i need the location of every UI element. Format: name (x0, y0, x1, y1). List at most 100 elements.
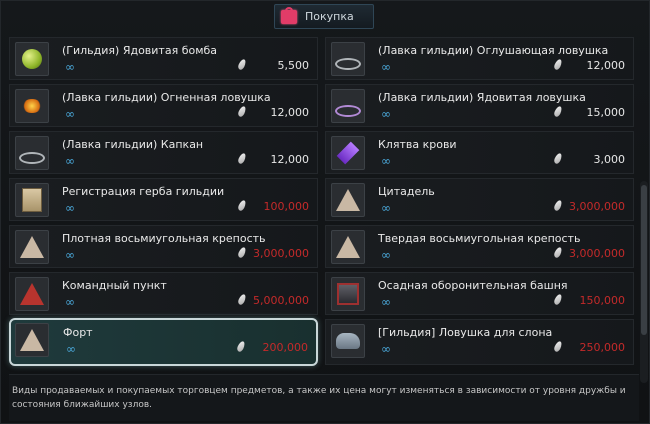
list-scrollbar[interactable] (640, 181, 648, 383)
item-thumb (331, 277, 365, 311)
item-price: 3,000,000 (569, 200, 625, 213)
list-item[interactable]: Плотная восьмиугольная крепость ∞ 3,000,… (9, 225, 318, 268)
silver-coin-icon (552, 293, 564, 306)
stock-infinity: ∞ (381, 107, 391, 121)
item-thumb (331, 42, 365, 76)
tab-purchase-label: Покупка (305, 10, 354, 23)
silver-coin-icon (236, 58, 248, 71)
item-thumb (15, 323, 49, 357)
stock-infinity: ∞ (65, 60, 75, 74)
list-item[interactable]: [Гильдия] Ловушка для слона ∞ 250,000 (325, 319, 634, 365)
solid-octagonal-fortress-tent-icon (336, 236, 360, 258)
scrollbar-thumb[interactable] (641, 185, 647, 335)
guild-crest-document-icon (22, 188, 42, 212)
item-name: Осадная оборонительная башня (378, 279, 568, 292)
fort-tent-icon (20, 329, 44, 351)
item-thumb (331, 324, 365, 358)
stock-infinity: ∞ (381, 342, 391, 356)
item-name: (Лавка гильдии) Капкан (62, 138, 204, 151)
item-name: (Лавка гильдии) Ядовитая ловушка (378, 91, 586, 104)
footer-text: Виды продаваемых и покупаемых торговцем … (12, 386, 626, 410)
stock-infinity: ∞ (381, 60, 391, 74)
citadel-tent-icon (336, 189, 360, 211)
item-name: (Лавка гильдии) Оглушающая ловушка (378, 44, 609, 57)
list-item[interactable]: Клятва крови ∞ 3,000 (325, 131, 634, 174)
silver-coin-icon (552, 105, 564, 118)
stock-infinity: ∞ (65, 154, 75, 168)
stun-trap-icon (335, 58, 361, 70)
list-item-selected[interactable]: Форт ∞ 200,000 (9, 318, 318, 366)
stock-infinity: ∞ (65, 201, 75, 215)
silver-coin-icon (236, 152, 248, 165)
item-thumb (15, 89, 49, 123)
shop-window: Покупка (Гильдия) Ядовитая бомба ∞ 5,500… (0, 0, 650, 424)
item-price: 200,000 (262, 341, 309, 354)
elephant-trap-icon (336, 333, 360, 349)
item-name: Цитадель (378, 185, 435, 198)
silver-coin-icon (552, 340, 564, 353)
list-item[interactable]: (Лавка гильдии) Капкан ∞ 12,000 (9, 131, 318, 174)
poison-trap-icon (335, 105, 361, 117)
item-thumb (15, 277, 49, 311)
siege-tower-icon (337, 283, 359, 305)
stock-infinity: ∞ (65, 295, 75, 309)
item-name: (Лавка гильдии) Огненная ловушка (62, 91, 271, 104)
stock-infinity: ∞ (381, 201, 391, 215)
silver-coin-icon (552, 58, 564, 71)
bear-trap-icon (19, 152, 45, 164)
item-thumb (331, 136, 365, 170)
item-price: 3,000,000 (253, 247, 309, 260)
silver-coin-icon (236, 105, 248, 118)
item-name: Командный пункт (62, 279, 167, 292)
list-item[interactable]: (Лавка гильдии) Ядовитая ловушка ∞ 15,00… (325, 84, 634, 127)
tab-purchase[interactable]: Покупка (274, 4, 374, 29)
item-price: 150,000 (579, 294, 626, 307)
item-thumb (331, 230, 365, 264)
item-name: Плотная восьмиугольная крепость (62, 232, 266, 245)
item-price: 15,000 (586, 106, 626, 119)
item-price: 3,000,000 (569, 247, 625, 260)
list-item[interactable]: Твердая восьмиугольная крепость ∞ 3,000,… (325, 225, 634, 268)
list-item[interactable]: Регистрация герба гильдии ∞ 100,000 (9, 178, 318, 221)
item-price: 12,000 (270, 153, 310, 166)
item-price: 250,000 (579, 341, 626, 354)
stock-infinity: ∞ (381, 154, 391, 168)
stock-infinity: ∞ (381, 248, 391, 262)
list-item[interactable]: (Лавка гильдии) Оглушающая ловушка ∞ 12,… (325, 37, 634, 80)
item-thumb (15, 136, 49, 170)
silver-coin-icon (552, 246, 564, 259)
item-name: Форт (63, 326, 93, 339)
item-name: (Гильдия) Ядовитая бомба (62, 44, 218, 57)
list-item[interactable]: (Лавка гильдии) Огненная ловушка ∞ 12,00… (9, 84, 318, 127)
stock-infinity: ∞ (65, 248, 75, 262)
list-item[interactable]: Цитадель ∞ 3,000,000 (325, 178, 634, 221)
item-name: Твердая восьмиугольная крепость (378, 232, 581, 245)
stock-infinity: ∞ (66, 342, 76, 356)
list-item[interactable]: (Гильдия) Ядовитая бомба ∞ 5,500 (9, 37, 318, 80)
item-price: 5,500 (277, 59, 310, 72)
silver-coin-icon (235, 340, 247, 353)
silver-coin-icon (236, 246, 248, 259)
item-price: 12,000 (270, 106, 310, 119)
item-name: Клятва крови (378, 138, 457, 151)
item-price: 5,000,000 (253, 294, 309, 307)
poison-bomb-icon (22, 49, 42, 69)
blood-oath-icon (336, 141, 360, 165)
item-thumb (15, 42, 49, 76)
stock-infinity: ∞ (65, 107, 75, 121)
item-price: 100,000 (263, 200, 310, 213)
item-thumb (15, 183, 49, 217)
octagonal-fortress-tent-icon (20, 236, 44, 258)
list-item[interactable]: Командный пункт ∞ 5,000,000 (9, 272, 318, 315)
stock-infinity: ∞ (381, 295, 391, 309)
item-thumb (15, 230, 49, 264)
item-thumb (331, 89, 365, 123)
shopping-bag-icon (281, 6, 297, 24)
silver-coin-icon (236, 293, 248, 306)
silver-coin-icon (552, 152, 564, 165)
item-price: 12,000 (586, 59, 626, 72)
footer-note: Виды продаваемых и покупаемых торговцем … (9, 374, 639, 421)
list-item[interactable]: Осадная оборонительная башня ∞ 150,000 (325, 272, 634, 315)
item-thumb (331, 183, 365, 217)
silver-coin-icon (236, 199, 248, 212)
